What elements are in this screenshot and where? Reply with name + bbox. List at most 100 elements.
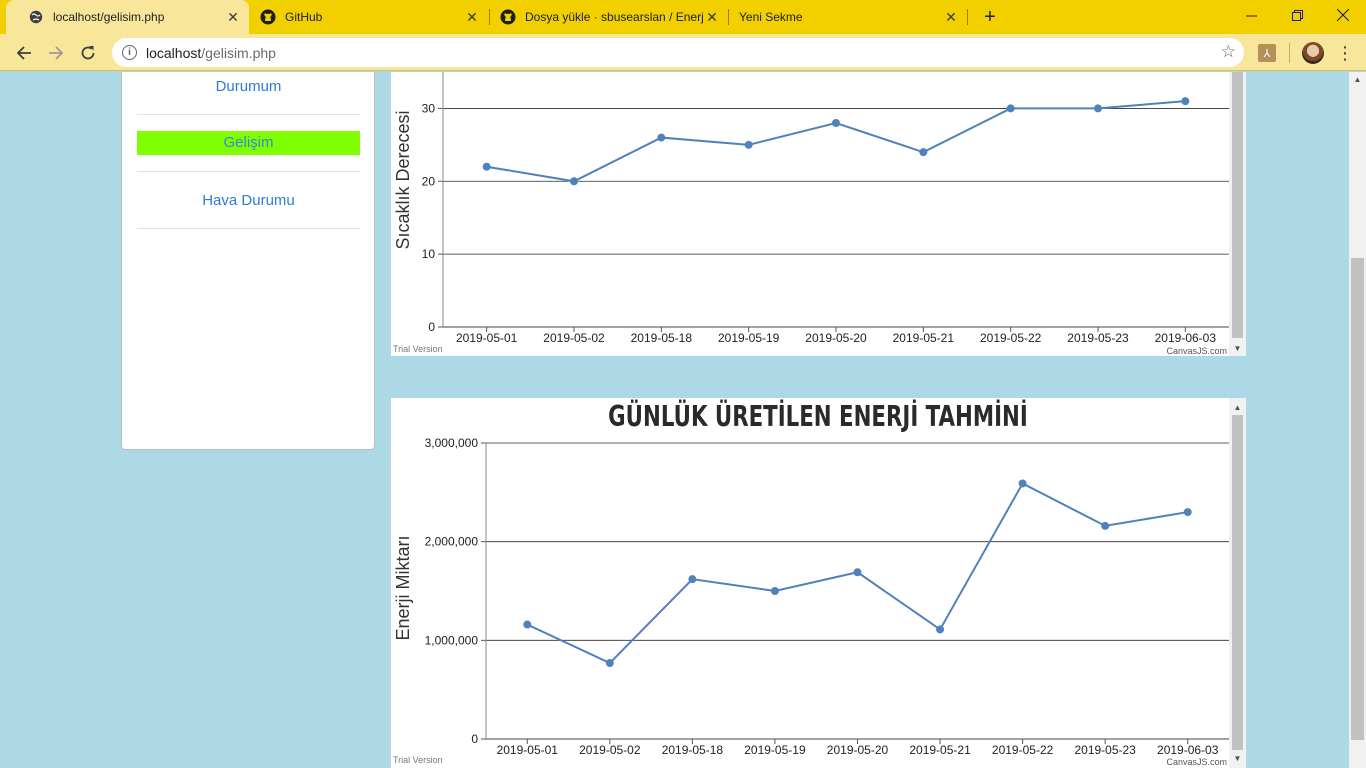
minimize-icon[interactable] <box>1228 0 1274 30</box>
y-tick-label: 30 <box>422 101 436 115</box>
tab-localhost[interactable]: localhost/gelisim.php ✕ <box>6 0 249 34</box>
canvasjs-watermark: CanvasJS.com <box>1166 346 1227 356</box>
y-tick-label: 2,000,000 <box>425 535 479 549</box>
tab-github[interactable]: GitHub ✕ <box>250 0 488 34</box>
url-host: localhost <box>146 44 202 61</box>
sidebar-item-gelisim[interactable]: Gelişim <box>137 131 360 155</box>
data-point <box>853 568 862 577</box>
data-point <box>570 177 578 186</box>
y-tick-label: 10 <box>422 247 436 261</box>
sidebar-item-durumum[interactable]: Durumum <box>137 78 360 95</box>
reload-button[interactable] <box>75 40 101 66</box>
energy-chart: GÜNLÜK ÜRETİLEN ENERJİ TAHMİNİ 0 1,000,000… <box>391 398 1246 768</box>
data-point <box>936 625 945 634</box>
x-tick-label: 2019-05-01 <box>497 743 559 757</box>
x-tick-label: 2019-05-21 <box>893 331 955 345</box>
data-point <box>605 659 614 668</box>
sidebar-divider <box>137 171 360 172</box>
data-point <box>832 119 840 127</box>
browser-menu-icon[interactable]: ⋮ <box>1335 42 1355 64</box>
data-point <box>1094 104 1102 113</box>
tab-title: Dosya yükle · sbusearslan / Enerj <box>525 10 704 24</box>
y-axis-label: Enerji Miktarı <box>393 535 413 640</box>
url-path: /gelisim.php <box>201 44 276 61</box>
trial-version-watermark: Trial Version <box>393 755 443 765</box>
scroll-up-icon[interactable]: ▲ <box>1229 401 1246 413</box>
series-line <box>486 100 1186 183</box>
back-button[interactable] <box>11 40 37 66</box>
x-tick-label: 2019-05-18 <box>662 743 724 757</box>
toolbar-divider <box>1289 43 1290 63</box>
new-tab-button[interactable]: + <box>978 5 1002 29</box>
x-tick-label: 2019-05-19 <box>744 743 806 757</box>
bookmark-star-icon[interactable]: ☆ <box>1221 42 1236 62</box>
globe-icon <box>28 9 44 25</box>
back-arrow-icon <box>16 46 31 60</box>
trial-version-watermark: Trial Version <box>393 344 443 354</box>
x-tick-label: 2019-05-22 <box>992 743 1054 757</box>
pdf-extension-icon[interactable]: ⅄ <box>1258 44 1276 62</box>
chart-scrollbar-thumb[interactable] <box>1232 415 1243 750</box>
data-point <box>1181 97 1190 106</box>
data-point <box>523 620 532 629</box>
x-tick-label: 2019-05-20 <box>827 743 889 757</box>
y-axis-label: Sıcaklık Derecesi <box>393 110 413 249</box>
chart-title: GÜNLÜK ÜRETİLEN ENERJİ TAHMİNİ <box>608 399 1028 433</box>
tab-yeni-sekme[interactable]: Yeni Sekme ✕ <box>729 0 967 34</box>
reload-icon <box>81 46 95 60</box>
tab-dosya-yukle[interactable]: Dosya yükle · sbusearslan / Enerj ✕ <box>490 0 728 34</box>
data-point <box>1018 479 1027 488</box>
x-tick-label: 2019-05-19 <box>718 331 780 345</box>
data-point <box>482 162 491 171</box>
address-bar[interactable]: i localhost/gelisim.php ☆ <box>112 38 1244 67</box>
browser-toolbar: i localhost/gelisim.php ☆ <box>0 34 1366 71</box>
forward-arrow-icon <box>49 46 64 60</box>
temperature-chart: 0 10 20 30 Sıcaklık Derecesi 2019-05-01 2019-0… <box>391 72 1246 356</box>
profile-avatar[interactable] <box>1302 42 1324 64</box>
close-tab-icon[interactable]: ✕ <box>464 9 480 25</box>
browser-tab-strip: localhost/gelisim.php ✕ GitHub ✕ Dosya y… <box>0 0 1366 34</box>
sidebar-divider <box>137 228 360 229</box>
chart-scrollbar[interactable]: ▲ ▼ <box>1229 398 1246 768</box>
restore-icon[interactable] <box>1274 0 1320 30</box>
close-tab-icon[interactable]: ✕ <box>704 9 720 25</box>
temperature-chart-svg: 0 10 20 30 Sıcaklık Derecesi 2019-05-01 2019-0… <box>393 72 1229 356</box>
y-tick-label: 0 <box>428 320 435 334</box>
x-tick-label: 2019-06-03 <box>1157 743 1219 757</box>
sidebar-divider <box>137 114 360 115</box>
page-scrollbar-thumb[interactable] <box>1351 258 1364 740</box>
forward-button[interactable] <box>43 40 69 66</box>
tab-title: localhost/gelisim.php <box>53 10 165 24</box>
github-icon <box>260 9 276 25</box>
x-tick-label: 2019-05-23 <box>1074 743 1136 757</box>
y-tick-label: 20 <box>422 174 436 188</box>
close-window-icon[interactable] <box>1320 0 1366 30</box>
data-point <box>919 148 928 157</box>
close-tab-icon[interactable]: ✕ <box>225 9 241 25</box>
page-scroll-up-icon[interactable]: ▲ <box>1349 72 1366 86</box>
x-tick-label: 2019-05-18 <box>631 331 693 345</box>
sidebar-nav: Durumum Gelişim Hava Durumu <box>121 72 375 450</box>
data-point <box>770 587 779 595</box>
x-tick-label: 2019-05-20 <box>805 331 867 345</box>
close-tab-icon[interactable]: ✕ <box>943 9 959 25</box>
sidebar-item-hava-durumu[interactable]: Hava Durumu <box>137 192 360 209</box>
y-tick-label: 0 <box>471 732 478 746</box>
data-point <box>1101 521 1110 530</box>
x-tick-label: 2019-05-02 <box>543 331 605 345</box>
site-info-icon[interactable]: i <box>122 45 137 60</box>
canvasjs-watermark: CanvasJS.com <box>1166 757 1227 767</box>
x-tick-label: 2019-05-02 <box>579 743 641 757</box>
chart-scrollbar[interactable]: ▼ <box>1229 72 1246 356</box>
scroll-down-icon[interactable]: ▼ <box>1229 752 1246 764</box>
data-point <box>744 140 753 149</box>
data-point <box>1006 104 1015 113</box>
chart-scrollbar-thumb[interactable] <box>1232 72 1243 338</box>
tab-title: GitHub <box>285 10 323 24</box>
y-tick-label: 3,000,000 <box>425 436 479 450</box>
page-scrollbar[interactable]: ▲ <box>1349 72 1366 768</box>
x-tick-label: 2019-05-21 <box>909 743 971 757</box>
scroll-down-icon[interactable]: ▼ <box>1229 342 1246 354</box>
data-point <box>657 133 666 142</box>
data-point <box>1183 508 1192 517</box>
